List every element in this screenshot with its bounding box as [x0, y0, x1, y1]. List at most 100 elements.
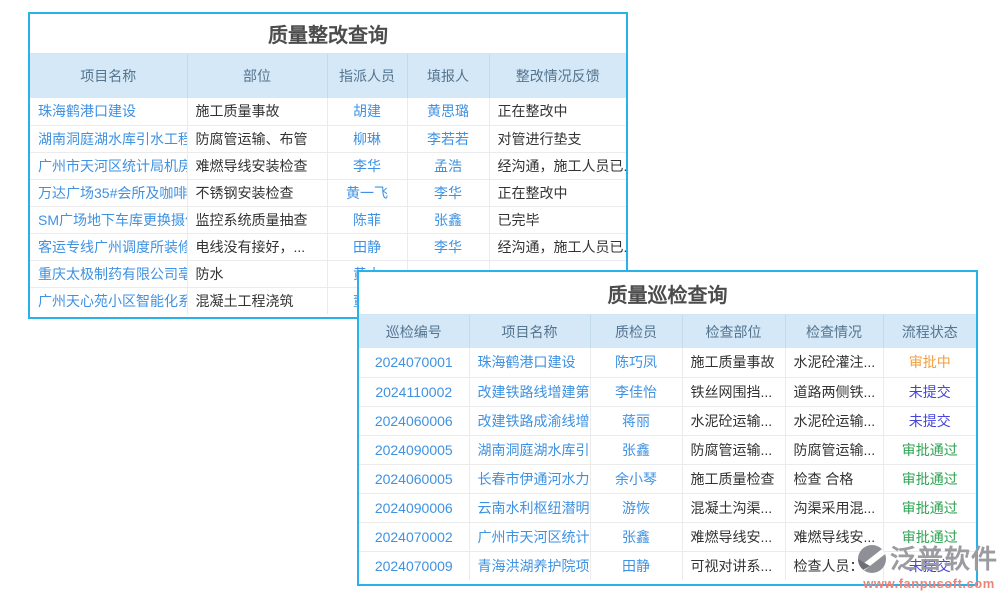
inspect-link-cell[interactable]: 2024070002: [359, 522, 469, 551]
rectify-window-title: 质量整改查询: [30, 14, 626, 54]
rectify-text-cell: 电线没有接好，...: [187, 233, 327, 260]
rectify-table-row: SM广场地下车库更换摄像机监控系统质量抽查陈菲张鑫已完毕: [30, 206, 626, 233]
inspect-text-cell: 可视对讲系...: [682, 551, 785, 580]
inspect-link-cell[interactable]: 田静: [590, 551, 682, 580]
inspect-link-cell[interactable]: 广州市天河区统计局: [469, 522, 590, 551]
inspect-column-header: 检查部位: [682, 315, 785, 348]
fanpu-logo-icon: [858, 545, 886, 573]
rectify-link-cell[interactable]: 湖南洞庭湖水库引水工程施工: [30, 125, 187, 152]
rectify-text-cell: 正在整改中: [489, 179, 626, 206]
rectify-link-cell[interactable]: 孟浩: [407, 152, 489, 179]
inspect-text-cell: 检查 合格: [785, 464, 883, 493]
inspect-link-cell[interactable]: 青海洪湖养护院项目: [469, 551, 590, 580]
inspect-column-header: 检查情况: [785, 315, 883, 348]
rectify-text-cell: 混凝土工程浇筑: [187, 287, 327, 314]
rectify-link-cell[interactable]: 李若若: [407, 125, 489, 152]
rectify-link-cell[interactable]: 黄思璐: [407, 98, 489, 125]
rectify-link-cell[interactable]: SM广场地下车库更换摄像机: [30, 206, 187, 233]
rectify-link-cell[interactable]: 珠海鹤港口建设: [30, 98, 187, 125]
inspect-link-cell[interactable]: 2024070001: [359, 348, 469, 377]
rectify-text-cell: 已完毕: [489, 206, 626, 233]
inspect-table-row: 2024060005长春市伊通河水力发余小琴施工质量检查检查 合格审批通过: [359, 464, 976, 493]
inspect-text-cell: 道路两侧铁...: [785, 377, 883, 406]
rectify-link-cell[interactable]: 李华: [327, 152, 407, 179]
rectify-link-cell[interactable]: 李华: [407, 233, 489, 260]
inspect-text-cell: 难燃导线安...: [682, 522, 785, 551]
fanpu-watermark: 泛普软件 www.fanpusoft.com: [858, 545, 1000, 590]
inspect-link-cell[interactable]: 蒋丽: [590, 406, 682, 435]
inspect-link-cell[interactable]: 陈巧凤: [590, 348, 682, 377]
rectify-table-row: 万达广场35#会所及咖啡厅装修不锈钢安装检查黄一飞李华正在整改中: [30, 179, 626, 206]
rectify-link-cell[interactable]: 李华: [407, 179, 489, 206]
rectify-column-header: 部位: [187, 54, 327, 98]
inspect-text-cell: 水泥砼灌注...: [785, 348, 883, 377]
inspect-link-cell[interactable]: 2024090006: [359, 493, 469, 522]
inspect-text-cell: 沟渠采用混...: [785, 493, 883, 522]
inspect-text-cell: 施工质量检查: [682, 464, 785, 493]
inspect-column-header: 巡检编号: [359, 315, 469, 348]
inspect-text-cell: 防腐管运输...: [785, 435, 883, 464]
inspect-link-cell[interactable]: 改建铁路线增建第二: [469, 377, 590, 406]
rectify-table-row: 广州市天河区统计局机房改造难燃导线安装检查李华孟浩经沟通，施工人员已...: [30, 152, 626, 179]
rectify-table-row: 客运专线广州调度所装修项目电线没有接好，...田静李华经沟通，施工人员已...: [30, 233, 626, 260]
inspect-status-cell: 审批通过: [883, 493, 976, 522]
inspect-link-cell[interactable]: 余小琴: [590, 464, 682, 493]
rectify-link-cell[interactable]: 黄一飞: [327, 179, 407, 206]
rectify-link-cell[interactable]: 张鑫: [407, 206, 489, 233]
inspect-status-cell: 未提交: [883, 377, 976, 406]
inspect-link-cell[interactable]: 云南水利枢纽潜明水: [469, 493, 590, 522]
rectify-text-cell: 对管进行垫支: [489, 125, 626, 152]
inspect-text-cell: 水泥砼运输...: [785, 406, 883, 435]
rectify-link-cell[interactable]: 万达广场35#会所及咖啡厅装修: [30, 179, 187, 206]
rectify-link-cell[interactable]: 田静: [327, 233, 407, 260]
inspect-table-row: 2024110002改建铁路线增建第二李佳怡铁丝网围挡...道路两侧铁...未提…: [359, 377, 976, 406]
inspect-text-cell: 水泥砼运输...: [682, 406, 785, 435]
inspect-link-cell[interactable]: 游恢: [590, 493, 682, 522]
inspect-text-cell: 施工质量事故: [682, 348, 785, 377]
rectify-text-cell: 防水: [187, 260, 327, 287]
rectify-column-header: 指派人员: [327, 54, 407, 98]
inspect-column-header: 项目名称: [469, 315, 590, 348]
rectify-link-cell[interactable]: 胡建: [327, 98, 407, 125]
rectify-header-row: 项目名称部位指派人员填报人整改情况反馈: [30, 54, 626, 98]
rectify-text-cell: 监控系统质量抽查: [187, 206, 327, 233]
inspect-column-header: 流程状态: [883, 315, 976, 348]
rectify-text-cell: 防腐管运输、布管: [187, 125, 327, 152]
inspect-table-row: 2024090005湖南洞庭湖水库引水张鑫防腐管运输...防腐管运输...审批通…: [359, 435, 976, 464]
rectify-link-cell[interactable]: 柳琳: [327, 125, 407, 152]
rectify-text-cell: 正在整改中: [489, 98, 626, 125]
rectify-text-cell: 经沟通，施工人员已...: [489, 233, 626, 260]
inspect-text-cell: 混凝土沟渠...: [682, 493, 785, 522]
rectify-link-cell[interactable]: 重庆太极制药有限公司亳州: [30, 260, 187, 287]
inspect-text-cell: 防腐管运输...: [682, 435, 785, 464]
inspect-table-row: 2024060006改建铁路成渝线增建蒋丽水泥砼运输...水泥砼运输...未提交: [359, 406, 976, 435]
inspect-column-header: 质检员: [590, 315, 682, 348]
rectify-table-row: 湖南洞庭湖水库引水工程施工防腐管运输、布管柳琳李若若对管进行垫支: [30, 125, 626, 152]
inspect-table-row: 2024090006云南水利枢纽潜明水游恢混凝土沟渠...沟渠采用混...审批通…: [359, 493, 976, 522]
rectify-column-header: 项目名称: [30, 54, 187, 98]
rectify-text-cell: 施工质量事故: [187, 98, 327, 125]
inspect-status-cell: 审批通过: [883, 464, 976, 493]
rectify-link-cell[interactable]: 客运专线广州调度所装修项目: [30, 233, 187, 260]
rectify-text-cell: 不锈钢安装检查: [187, 179, 327, 206]
inspect-link-cell[interactable]: 2024060005: [359, 464, 469, 493]
inspect-table-row: 2024070001珠海鹤港口建设陈巧凤施工质量事故水泥砼灌注...审批中: [359, 348, 976, 377]
inspect-link-cell[interactable]: 2024110002: [359, 377, 469, 406]
inspect-link-cell[interactable]: 2024060006: [359, 406, 469, 435]
inspect-link-cell[interactable]: 张鑫: [590, 435, 682, 464]
inspect-link-cell[interactable]: 湖南洞庭湖水库引水: [469, 435, 590, 464]
inspect-link-cell[interactable]: 2024070009: [359, 551, 469, 580]
rectify-link-cell[interactable]: 广州天心苑小区智能化系统: [30, 287, 187, 314]
rectify-link-cell[interactable]: 广州市天河区统计局机房改造: [30, 152, 187, 179]
inspect-link-cell[interactable]: 改建铁路成渝线增建: [469, 406, 590, 435]
inspect-status-cell: 审批通过: [883, 435, 976, 464]
inspect-link-cell[interactable]: 珠海鹤港口建设: [469, 348, 590, 377]
inspect-window-title: 质量巡检查询: [359, 272, 976, 315]
inspect-text-cell: 铁丝网围挡...: [682, 377, 785, 406]
inspect-link-cell[interactable]: 李佳怡: [590, 377, 682, 406]
inspect-link-cell[interactable]: 长春市伊通河水力发: [469, 464, 590, 493]
inspect-table: 巡检编号项目名称质检员检查部位检查情况流程状态 2024070001珠海鹤港口建…: [359, 315, 976, 580]
inspect-link-cell[interactable]: 2024090005: [359, 435, 469, 464]
rectify-link-cell[interactable]: 陈菲: [327, 206, 407, 233]
inspect-link-cell[interactable]: 张鑫: [590, 522, 682, 551]
